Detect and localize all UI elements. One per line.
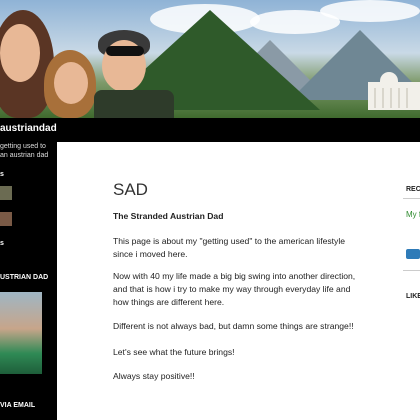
paragraph: Always stay positive!!	[113, 371, 195, 381]
sidebar-heading: s	[0, 171, 4, 178]
author-photo[interactable]	[0, 292, 42, 374]
sidebar-heading-about: USTRIAN DAD	[0, 274, 49, 281]
post-thumbnail[interactable]	[0, 212, 12, 226]
paragraph: Now with 40 my life made a big big swing…	[113, 271, 356, 307]
site-description-line: an austrian dad	[0, 152, 49, 159]
divider	[403, 270, 420, 271]
divider	[403, 198, 420, 199]
page-title: SAD	[113, 180, 148, 199]
header-bar	[0, 118, 420, 142]
paragraph: Let's see what the future brings!	[113, 347, 235, 357]
page-subtitle: The Stranded Austrian Dad	[113, 211, 224, 221]
pillar	[406, 88, 408, 108]
sunglasses	[106, 46, 144, 56]
right-sidebar	[395, 142, 420, 420]
likes-heading: LIKE	[406, 293, 420, 300]
wordpress-follow-badge[interactable]	[406, 249, 420, 259]
pillar	[398, 88, 400, 108]
header-banner-image[interactable]	[0, 0, 420, 118]
site-description-line: getting used to	[0, 143, 46, 150]
capitol-dome	[380, 72, 398, 86]
recent-posts-heading: RECE	[406, 186, 420, 193]
site-title[interactable]: austriandad	[0, 123, 57, 134]
left-sidebar	[0, 142, 57, 420]
paragraph: Different is not always bad, but damn so…	[113, 321, 354, 331]
sidebar-heading-email: VIA EMAIL	[0, 402, 36, 409]
paragraph: This page is about my "getting used" to …	[113, 236, 346, 259]
pillar	[382, 88, 384, 108]
woman-face	[0, 24, 40, 82]
boy-jacket	[94, 90, 174, 118]
girl-face	[54, 62, 88, 104]
recent-post-link[interactable]: My f	[406, 210, 420, 219]
site-description: getting used to an austrian dad	[0, 142, 57, 160]
pillar	[390, 88, 392, 108]
sidebar-heading: s	[0, 240, 4, 247]
pillar	[374, 88, 376, 108]
cloud	[320, 0, 420, 22]
post-thumbnail[interactable]	[0, 186, 12, 200]
